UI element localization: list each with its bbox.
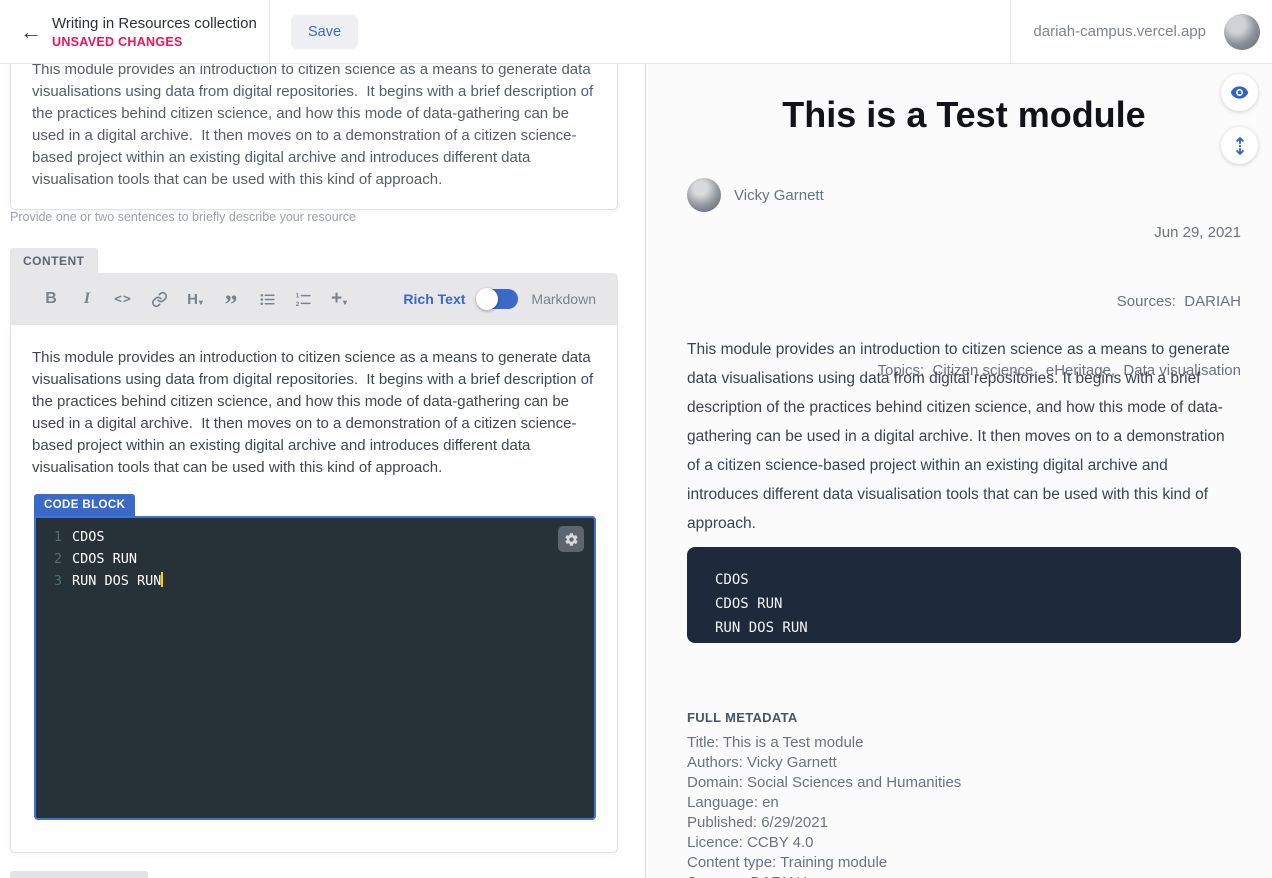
code-line: 3RUN DOS RUN bbox=[36, 570, 594, 592]
collection-titles: Writing in Resources collection UNSAVED … bbox=[52, 15, 257, 49]
header-middle: Save bbox=[270, 0, 1010, 63]
author-avatar bbox=[687, 178, 721, 212]
metadata-line: Content type: Training module bbox=[687, 853, 961, 873]
content-field-tab: CONTENT bbox=[10, 248, 98, 273]
user-avatar[interactable] bbox=[1224, 14, 1260, 50]
format-buttons: B I <> H▾ ” 1 2 bbox=[39, 287, 351, 311]
content-field-label: CONTENT bbox=[23, 254, 85, 268]
bulleted-list-icon[interactable] bbox=[255, 287, 279, 311]
header-right: dariah-campus.vercel.app bbox=[1010, 0, 1272, 63]
collection-title: Writing in Resources collection bbox=[52, 15, 257, 32]
metadata-line: Authors: Vicky Garnett bbox=[687, 753, 961, 773]
eye-icon bbox=[1229, 82, 1250, 103]
preview-code-block: CDOSCDOS RUNRUN DOS RUN bbox=[687, 547, 1241, 643]
toggle-knob bbox=[476, 288, 498, 310]
link-icon[interactable] bbox=[147, 287, 171, 311]
scroll-sync-button[interactable] bbox=[1221, 127, 1258, 164]
gear-icon[interactable] bbox=[558, 526, 584, 552]
back-button[interactable]: ← bbox=[14, 15, 48, 49]
author-name: Vicky Garnett bbox=[734, 187, 824, 204]
mode-richtext-label[interactable]: Rich Text bbox=[403, 291, 465, 307]
code-icon[interactable]: <> bbox=[111, 287, 135, 311]
preview-pane: This is a Test module Vicky Garnett Jun … bbox=[646, 64, 1272, 878]
code-block-tag: CODE BLOCK bbox=[34, 494, 135, 516]
svg-text:1: 1 bbox=[295, 292, 299, 299]
save-button[interactable]: Save bbox=[291, 15, 358, 49]
header-left: ← Writing in Resources collection UNSAVE… bbox=[0, 0, 270, 63]
full-metadata-list: Title: This is a Test moduleAuthors: Vic… bbox=[687, 733, 961, 878]
code-lines: 1CDOS2CDOS RUN3RUN DOS RUN bbox=[36, 526, 594, 592]
next-section-tab-partial[interactable] bbox=[10, 871, 148, 878]
metadata-line: Published: 6/29/2021 bbox=[687, 813, 961, 833]
metadata-line: Domain: Social Sciences and Humanities bbox=[687, 773, 961, 793]
content-editor-card[interactable]: This module provides an introduction to … bbox=[10, 325, 618, 853]
editor-pane: This module provides an introduction to … bbox=[0, 64, 646, 878]
richtext-toolbar: B I <> H▾ ” 1 2 bbox=[10, 273, 618, 325]
description-hint: Provide one or two sentences to briefly … bbox=[10, 210, 356, 224]
quote-icon[interactable]: ” bbox=[219, 293, 243, 317]
description-textarea[interactable]: This module provides an introduction to … bbox=[32, 59, 596, 191]
preview-code-line: CDOS bbox=[715, 568, 1213, 592]
svg-text:2: 2 bbox=[295, 300, 299, 307]
deploy-site-link[interactable]: dariah-campus.vercel.app bbox=[1033, 23, 1206, 40]
markdown-toggle[interactable] bbox=[478, 289, 518, 309]
heading-icon[interactable]: H▾ bbox=[183, 287, 207, 311]
content-richtext-area[interactable]: This module provides an introduction to … bbox=[11, 325, 617, 479]
metadata-line: Language: en bbox=[687, 793, 961, 813]
text-cursor bbox=[161, 572, 163, 587]
full-metadata-heading: FULL METADATA bbox=[687, 710, 798, 725]
preview-body-text: This module provides an introduction to … bbox=[687, 335, 1241, 538]
unsaved-changes-badge: UNSAVED CHANGES bbox=[52, 35, 257, 49]
preview-code-line: CDOS RUN bbox=[715, 592, 1213, 616]
metadata-line: Title: This is a Test module bbox=[687, 733, 961, 753]
mode-markdown-label[interactable]: Markdown bbox=[531, 291, 596, 307]
metadata-line: Sources: DARIAH bbox=[687, 873, 961, 878]
preview-code-line: RUN DOS RUN bbox=[715, 616, 1213, 640]
preview-sources-line: Sources: DARIAH bbox=[861, 290, 1241, 313]
code-line: 1CDOS bbox=[36, 526, 594, 548]
toggle-preview-button[interactable] bbox=[1221, 74, 1258, 111]
bold-icon[interactable]: B bbox=[39, 287, 63, 311]
mode-switch: Rich Text Markdown bbox=[403, 289, 596, 309]
code-block-editor[interactable]: 1CDOS2CDOS RUN3RUN DOS RUN bbox=[34, 516, 596, 820]
italic-icon[interactable]: I bbox=[75, 287, 99, 311]
preview-date: Jun 29, 2021 bbox=[861, 221, 1241, 244]
add-component-icon[interactable]: +▾ bbox=[327, 287, 351, 311]
numbered-list-icon[interactable]: 1 2 bbox=[291, 287, 315, 311]
code-line: 2CDOS RUN bbox=[36, 548, 594, 570]
metadata-line: Licence: CCBY 4.0 bbox=[687, 833, 961, 853]
preview-page-title: This is a Test module bbox=[687, 94, 1241, 135]
scroll-sync-icon bbox=[1230, 136, 1250, 156]
preview-author: Vicky Garnett bbox=[687, 178, 824, 212]
app-header: ← Writing in Resources collection UNSAVE… bbox=[0, 0, 1272, 64]
